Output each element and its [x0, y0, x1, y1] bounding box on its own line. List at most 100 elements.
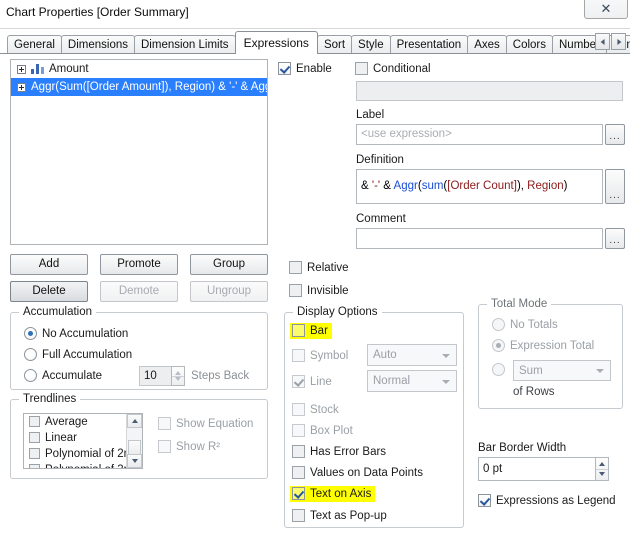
checkbox-icon[interactable]	[29, 416, 40, 427]
list-item[interactable]: Polynomial of 3rd d	[24, 462, 142, 468]
symbol-checkbox: Symbol	[292, 349, 348, 363]
chevron-down-icon	[131, 459, 138, 463]
trendlines-scrollbar[interactable]	[126, 414, 142, 468]
spinner-up-icon[interactable]	[175, 371, 181, 375]
expression-label: Aggr(Sum([Order Amount]), Region) & '-' …	[31, 81, 268, 93]
definition-input[interactable]: & '-' & Aggr(sum([Order Count]), Region)	[356, 169, 603, 204]
display-options-group: Display Options Bar Symbol Auto Line Nor…	[284, 306, 464, 528]
list-item[interactable]: Polynomial of 2nd d	[24, 446, 142, 462]
conditional-checkbox[interactable]: Conditional	[355, 62, 431, 76]
bar-checkbox[interactable]: Bar	[290, 323, 332, 339]
ellipsis-icon: ...	[609, 131, 621, 142]
radio-full-accumulation[interactable]: Full Accumulation	[24, 348, 132, 362]
scroll-down-button[interactable]	[127, 454, 142, 468]
conditional-input[interactable]	[356, 81, 623, 101]
expression-row-aggr[interactable]: Aggr(Sum([Order Amount]), Region) & '-' …	[11, 78, 267, 96]
radio-icon	[492, 363, 505, 376]
radio-label: Accumulate	[42, 370, 103, 382]
accumulation-group-label: Accumulation	[19, 306, 97, 318]
has-error-bars-checkbox[interactable]: Has Error Bars	[292, 445, 386, 459]
enable-checkbox[interactable]: Enable	[278, 62, 332, 76]
tab-dimension-limits[interactable]: Dimension Limits	[134, 35, 236, 54]
radio-icon	[24, 348, 37, 361]
definition-expression-text: & '-' & Aggr(sum([Order Count]), Region)	[361, 180, 568, 192]
expand-plus-icon[interactable]	[17, 82, 26, 92]
checkbox-label: Enable	[296, 63, 332, 75]
checkbox-icon	[289, 261, 302, 274]
checkbox-label: Conditional	[373, 63, 431, 75]
checkbox-icon	[292, 487, 305, 500]
delete-button[interactable]: Delete	[10, 281, 88, 302]
list-item-label: Average	[45, 416, 88, 428]
invisible-checkbox[interactable]: Invisible	[289, 284, 349, 298]
tab-scroll-right-button[interactable]	[611, 33, 626, 50]
tab-sort[interactable]: Sort	[316, 35, 353, 54]
checkbox-icon[interactable]	[29, 432, 40, 443]
checkbox-label: Invisible	[307, 285, 349, 297]
checkbox-label: Box Plot	[310, 425, 353, 437]
spinner-up-icon[interactable]	[599, 462, 605, 466]
text-as-popup-checkbox[interactable]: Text as Pop-up	[292, 509, 387, 523]
values-on-data-points-checkbox[interactable]: Values on Data Points	[292, 466, 423, 480]
checkbox-icon[interactable]	[29, 464, 40, 468]
expressions-as-legend-checkbox[interactable]: Expressions as Legend	[478, 494, 616, 508]
bar-border-width-input[interactable]: 0 pt	[478, 457, 609, 481]
promote-button[interactable]: Promote	[100, 254, 178, 275]
checkbox-label: Stock	[310, 404, 339, 416]
checkbox-icon	[478, 494, 491, 507]
expression-tree-list[interactable]: Amount Aggr(Sum([Order Amount]), Region)…	[10, 59, 268, 245]
tab-style[interactable]: Style	[351, 35, 391, 54]
checkbox-label: Relative	[307, 262, 349, 274]
definition-expression-editor-button[interactable]: ...	[605, 169, 625, 204]
chevron-down-icon	[442, 380, 450, 384]
label-expression-editor-button[interactable]: ...	[605, 124, 625, 145]
total-mode-group: Total Mode No Totals Expression Total Su…	[478, 298, 623, 409]
comment-input[interactable]	[356, 228, 603, 249]
trendlines-list[interactable]: Average Linear Polynomial of 2nd d Polyn…	[23, 413, 143, 469]
bar-border-width-spinner[interactable]	[595, 457, 609, 481]
expand-plus-icon[interactable]	[17, 64, 26, 74]
checkbox-icon	[292, 349, 305, 362]
radio-no-accumulation[interactable]: No Accumulation	[24, 327, 128, 341]
group-button[interactable]: Group	[190, 254, 268, 275]
total-mode-group-label: Total Mode	[487, 298, 552, 310]
list-item[interactable]: Average	[24, 414, 142, 430]
tab-colors[interactable]: Colors	[505, 35, 553, 54]
accumulation-group: Accumulation No Accumulation Full Accumu…	[10, 306, 268, 390]
tab-list: General Dimensions Dimension Limits Expr…	[7, 31, 630, 54]
close-button[interactable]: ✕	[584, 0, 628, 19]
line-combo-value: Normal	[373, 375, 411, 387]
tab-general[interactable]: General	[7, 35, 62, 54]
of-rows-label: of Rows	[513, 386, 555, 398]
chevron-down-icon	[596, 369, 604, 373]
steps-back-spinner[interactable]	[171, 366, 185, 386]
tab-axes[interactable]: Axes	[467, 35, 507, 54]
expression-row-amount[interactable]: Amount	[11, 60, 267, 78]
trendlines-group-label: Trendlines	[19, 393, 81, 405]
tab-dimensions[interactable]: Dimensions	[60, 35, 135, 54]
checkbox-icon[interactable]	[29, 448, 40, 459]
spinner-down-icon[interactable]	[175, 377, 181, 381]
checkbox-label: Show Equation	[176, 418, 254, 430]
checkbox-label: Values on Data Points	[310, 467, 423, 479]
label-input[interactable]: <use expression>	[356, 124, 603, 145]
comment-expression-editor-button[interactable]: ...	[605, 228, 625, 249]
chevron-left-icon	[600, 38, 605, 45]
definition-field-title: Definition	[356, 154, 404, 166]
radio-accumulate[interactable]: Accumulate	[24, 369, 102, 383]
radio-expression-total: Expression Total	[492, 339, 594, 353]
radio-icon	[492, 318, 505, 331]
tab-presentation[interactable]: Presentation	[389, 35, 469, 54]
list-item[interactable]: Linear	[24, 430, 142, 446]
box-plot-checkbox: Box Plot	[292, 424, 353, 438]
trendlines-group: Trendlines Average Linear Polynomial of …	[10, 393, 268, 479]
checkbox-label: Show R²	[176, 441, 221, 453]
list-item-label: Linear	[45, 432, 77, 444]
relative-checkbox[interactable]: Relative	[289, 261, 349, 275]
text-on-axis-checkbox[interactable]: Text on Axis	[290, 486, 376, 502]
scroll-up-button[interactable]	[127, 414, 142, 428]
spinner-down-icon[interactable]	[599, 472, 605, 476]
add-button[interactable]: Add	[10, 254, 88, 275]
tab-scroll-left-button[interactable]	[595, 33, 610, 50]
tab-expressions[interactable]: Expressions	[234, 31, 318, 54]
